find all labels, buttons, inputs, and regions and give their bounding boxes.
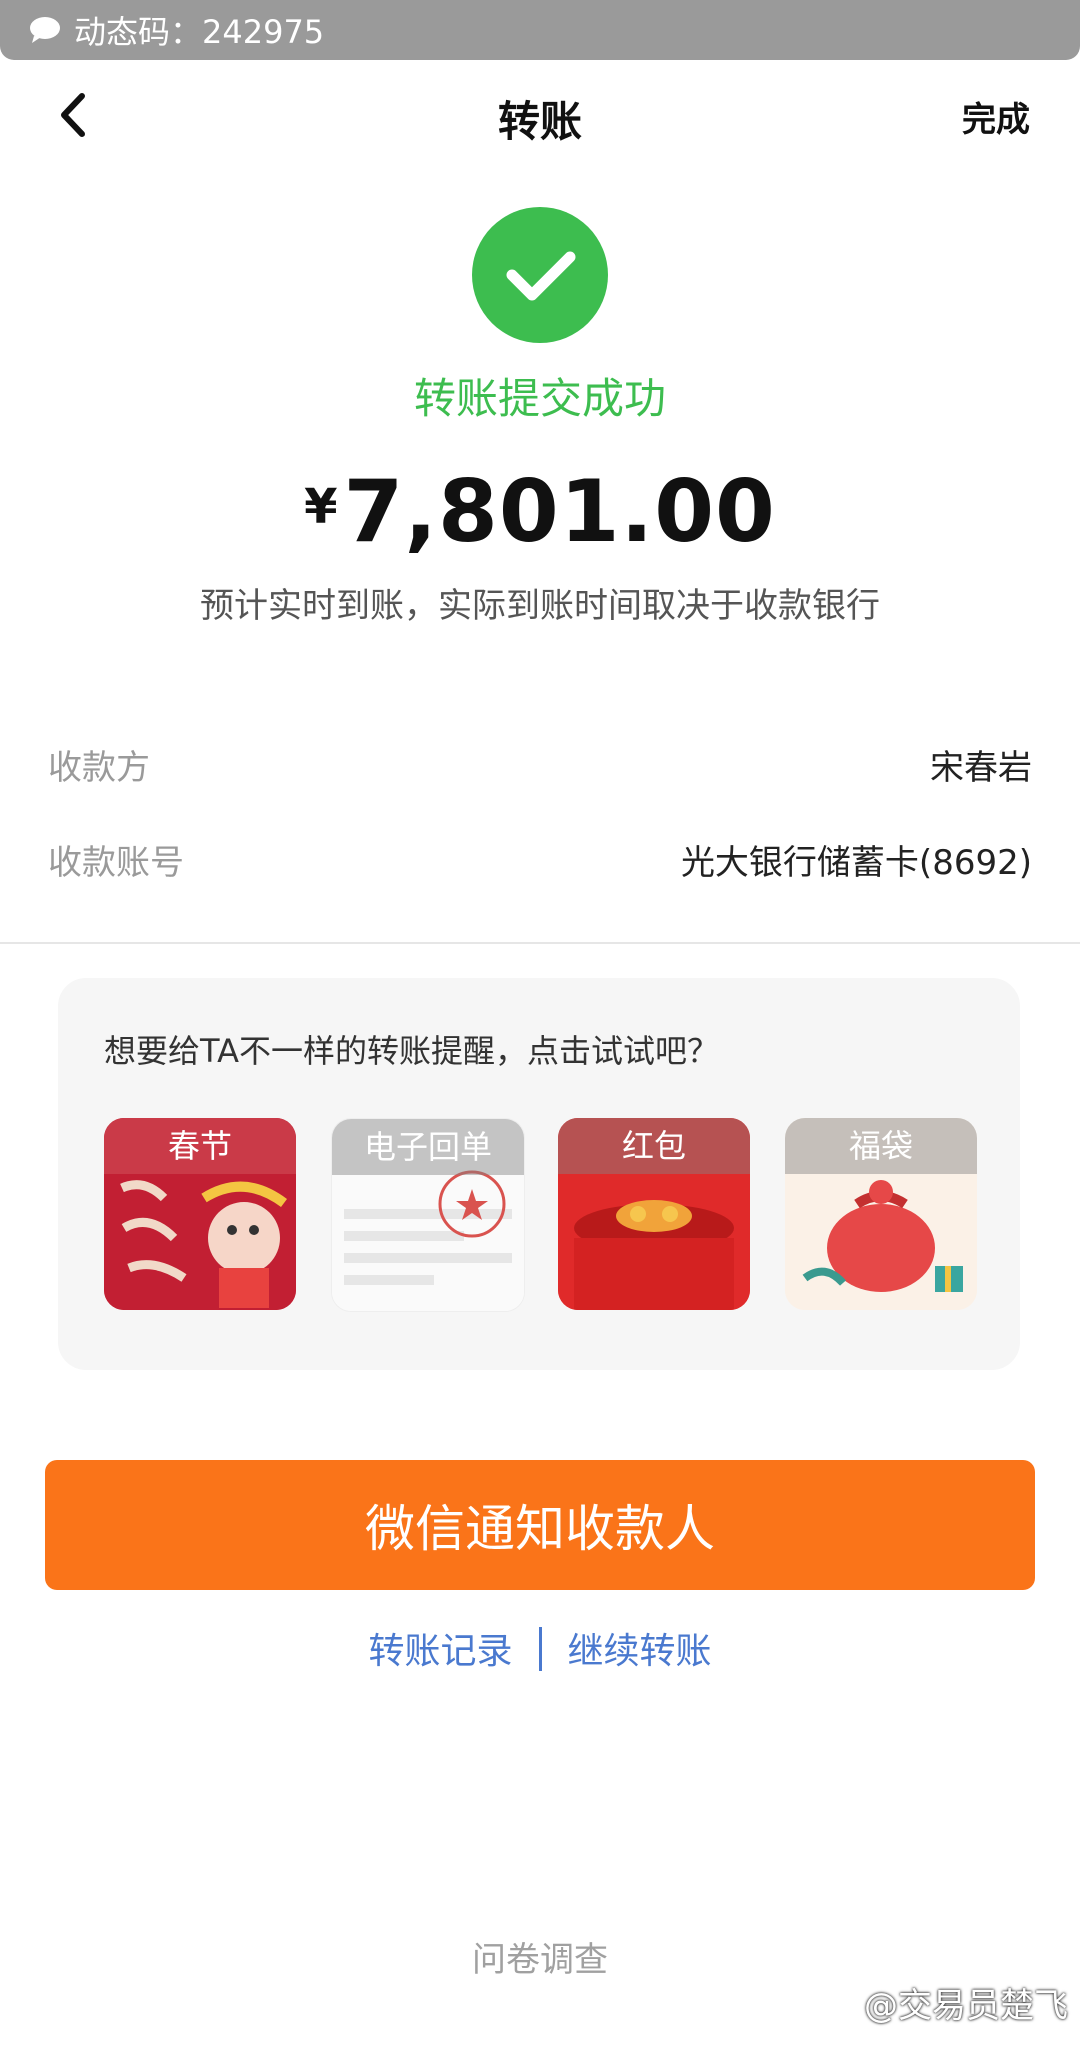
notification-text: 动态码：242975 xyxy=(74,13,325,51)
reminder-option-lucky-bag[interactable]: 福袋 xyxy=(785,1118,977,1310)
reminder-option-red-packet[interactable]: 红包 xyxy=(558,1118,750,1310)
link-separator xyxy=(538,1627,542,1671)
transfer-record-link[interactable]: 转账记录 xyxy=(368,1631,512,1672)
amount-value: 7,801.00 xyxy=(343,462,776,562)
option-label: 福袋 xyxy=(785,1118,977,1174)
checkmark-circle-icon xyxy=(472,207,608,343)
reminder-card: 想要给TA不一样的转账提醒，点击试试吧？ 春节 电子回单 红包 福袋 xyxy=(58,978,1020,1370)
survey-link[interactable]: 问卷调查 xyxy=(0,1932,1080,1981)
option-label: 春节 xyxy=(104,1118,296,1174)
reminder-option-spring-festival[interactable]: 春节 xyxy=(104,1118,296,1310)
done-button[interactable]: 完成 xyxy=(962,92,1030,141)
success-status-text: 转账提交成功 xyxy=(413,374,666,423)
option-label: 红包 xyxy=(558,1118,750,1174)
watermark: @交易员楚飞 xyxy=(864,1986,1068,2026)
account-row: 收款账号 光大银行储蓄卡(8692) xyxy=(48,835,1032,884)
divider xyxy=(0,942,1080,944)
arrival-estimate-text: 预计实时到账，实际到账时间取决于收款银行 xyxy=(200,586,880,626)
account-label: 收款账号 xyxy=(48,843,184,883)
action-links: 转账记录 继续转账 xyxy=(0,1622,1080,1674)
reminder-title: 想要给TA不一样的转账提醒，点击试试吧？ xyxy=(104,1032,719,1070)
chat-bubble-icon xyxy=(30,17,60,43)
account-value: 光大银行储蓄卡(8692) xyxy=(680,843,1032,883)
payee-label: 收款方 xyxy=(48,748,150,788)
currency-symbol: ¥ xyxy=(304,479,338,535)
payee-row: 收款方 宋春岩 xyxy=(48,740,1032,789)
payee-value: 宋春岩 xyxy=(930,748,1032,788)
notification-banner[interactable]: 动态码：242975 xyxy=(0,0,1080,60)
transfer-amount: ¥7,801.00 xyxy=(0,462,1080,562)
notify-payee-button[interactable]: 微信通知收款人 xyxy=(45,1460,1035,1590)
option-label: 电子回单 xyxy=(332,1119,524,1175)
page-title: 转账 xyxy=(497,97,582,146)
reminder-option-e-receipt[interactable]: 电子回单 xyxy=(331,1118,525,1312)
navigation-bar: 转账 完成 xyxy=(0,60,1080,170)
continue-transfer-link[interactable]: 继续转账 xyxy=(568,1631,712,1672)
